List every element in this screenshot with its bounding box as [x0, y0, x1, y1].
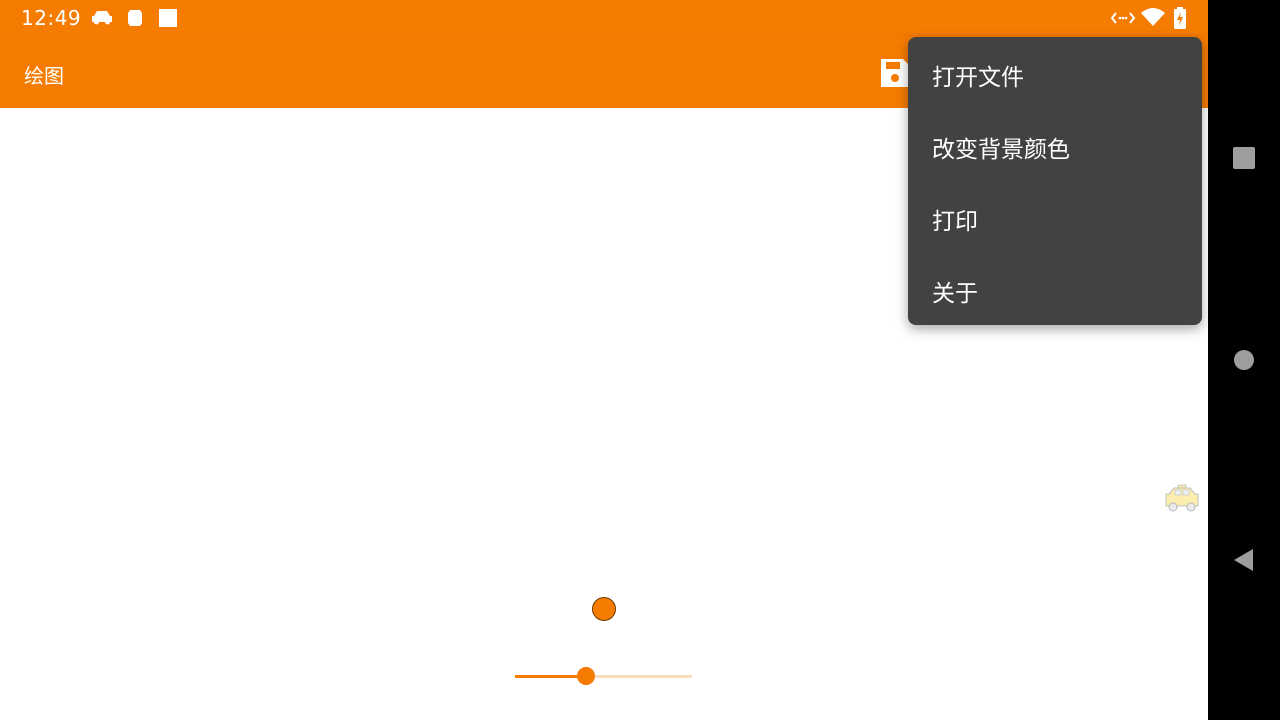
home-button[interactable]	[1208, 324, 1280, 396]
wifi-icon	[1141, 8, 1165, 26]
slider-fill	[515, 675, 586, 678]
menu-item-label: 关于	[932, 281, 978, 307]
battery-charging-icon	[1174, 7, 1186, 29]
save-button[interactable]	[878, 56, 912, 90]
navigation-bar	[1208, 0, 1280, 720]
home-icon	[1234, 350, 1254, 370]
app-screen: 12:49 绘图 打开文件 改变背景颜色 打印 关于	[0, 0, 1208, 720]
menu-item-print[interactable]: 打印	[908, 181, 1202, 253]
back-button[interactable]	[1208, 524, 1280, 596]
shield-icon	[128, 10, 142, 26]
slider-thumb[interactable]	[576, 667, 595, 685]
menu-item-change-background-color[interactable]: 改变背景颜色	[908, 109, 1202, 181]
brush-preview	[592, 597, 616, 621]
taxi-icon[interactable]	[1163, 482, 1201, 514]
back-icon	[1234, 549, 1253, 571]
data-arrows-icon	[1110, 12, 1136, 24]
status-time: 12:49	[21, 6, 82, 30]
menu-item-about[interactable]: 关于	[908, 253, 1202, 325]
car-icon	[92, 11, 112, 25]
status-bar: 12:49	[0, 0, 1208, 36]
menu-item-label: 打印	[932, 209, 978, 235]
brush-size-slider[interactable]	[515, 664, 692, 688]
recents-icon	[1233, 147, 1255, 169]
save-icon	[881, 59, 909, 87]
recents-button[interactable]	[1208, 122, 1280, 194]
overflow-menu: 打开文件 改变背景颜色 打印 关于	[908, 37, 1202, 325]
square-icon	[159, 9, 177, 27]
menu-item-label: 改变背景颜色	[932, 137, 1070, 163]
menu-item-label: 打开文件	[932, 65, 1024, 91]
app-title: 绘图	[24, 64, 64, 88]
menu-item-open-file[interactable]: 打开文件	[908, 37, 1202, 109]
